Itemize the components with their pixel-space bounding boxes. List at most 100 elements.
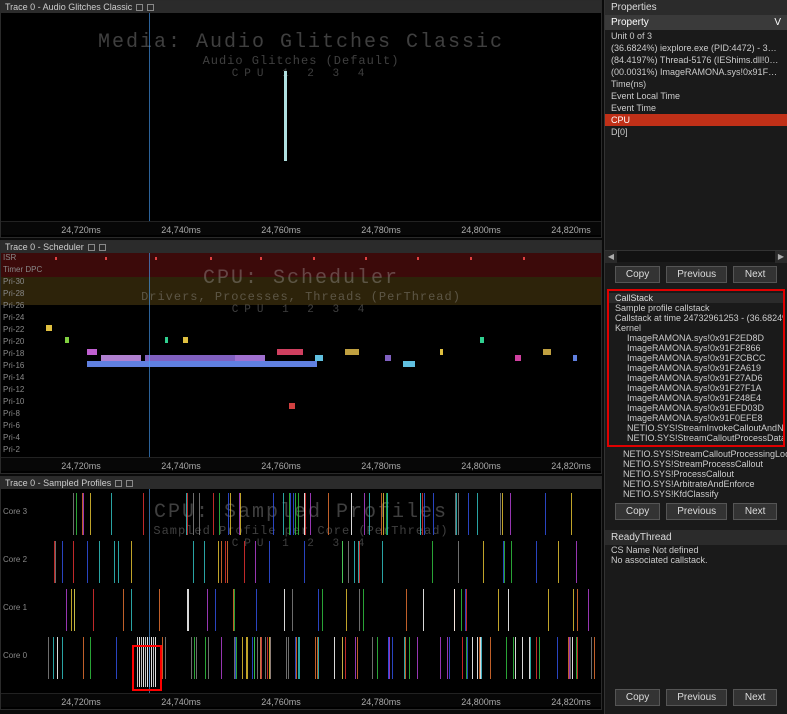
panel-audio-glitches: Trace 0 - Audio Glitches Classic Media: … bbox=[0, 0, 602, 238]
stack-frame[interactable]: ImageRAMONA.sys!0x91F248E4 bbox=[609, 393, 783, 403]
ylabel: Core 3 bbox=[3, 507, 27, 516]
property-row[interactable]: Time(ns) bbox=[605, 78, 787, 90]
col-property: Property bbox=[611, 17, 649, 28]
time-cursor[interactable] bbox=[149, 13, 150, 221]
stack-frame[interactable]: ImageRAMONA.sys!0x91F2ED8D bbox=[609, 333, 783, 343]
previous-button[interactable]: Previous bbox=[666, 266, 727, 283]
callstack-at: Callstack at time 24732961253 - (36.6824… bbox=[609, 313, 783, 323]
button-row-3: Copy Previous Next bbox=[605, 685, 787, 710]
ylabel: Timer DPC bbox=[3, 265, 42, 274]
ylabel: Pri-20 bbox=[3, 337, 24, 346]
panel-header[interactable]: Trace 0 - Sampled Profiles bbox=[1, 477, 601, 489]
button-row-1: Copy Previous Next bbox=[605, 262, 787, 287]
panel-header[interactable]: Trace 0 - Scheduler bbox=[1, 241, 601, 253]
properties-title: Properties bbox=[605, 0, 787, 15]
properties-col-header[interactable]: Property V bbox=[605, 15, 787, 30]
stack-frame[interactable]: NETIO.SYS!StreamCalloutProcessData bbox=[609, 433, 783, 443]
stack-frame[interactable]: NETIO.SYS!StreamInvokeCalloutAndNormaliz… bbox=[609, 423, 783, 433]
panel-icon-1[interactable] bbox=[88, 244, 95, 251]
tick: 24,800ms bbox=[461, 461, 501, 471]
plot-area-scheduler[interactable]: CPU: Scheduler Drivers, Processes, Threa… bbox=[1, 253, 601, 471]
ylabel: Pri-28 bbox=[3, 289, 24, 298]
property-row[interactable]: (36.6824%) iexplore.exe (PID:4472) - 352… bbox=[605, 42, 787, 54]
stack-frame[interactable]: ImageRAMONA.sys!0x91EFD03D bbox=[609, 403, 783, 413]
ylabel: Pri-10 bbox=[3, 397, 24, 406]
panel-icon-2[interactable] bbox=[126, 480, 133, 487]
panel-icon-2[interactable] bbox=[99, 244, 106, 251]
panel-icon-1[interactable] bbox=[115, 480, 122, 487]
tick: 24,800ms bbox=[461, 697, 501, 707]
property-row[interactable]: D[0] bbox=[605, 126, 787, 138]
property-row[interactable]: Unit 0 of 3 bbox=[605, 30, 787, 42]
readythread-title: ReadyThread bbox=[605, 530, 787, 545]
callstack-title: CallStack bbox=[609, 293, 783, 303]
stack-frame[interactable]: ImageRAMONA.sys!0x91F2A619 bbox=[609, 363, 783, 373]
button-row-2: Copy Previous Next bbox=[605, 499, 787, 524]
panel-icon-1[interactable] bbox=[136, 4, 143, 11]
ylabel: Pri-22 bbox=[3, 325, 24, 334]
col-value: V bbox=[774, 17, 781, 28]
ylabel: Pri-6 bbox=[3, 421, 20, 430]
readythread-l1: CS Name Not defined bbox=[605, 545, 787, 555]
stack-frame[interactable]: NETIO.SYS!StreamCalloutProcessingLoop bbox=[605, 449, 787, 459]
next-button[interactable]: Next bbox=[733, 266, 777, 283]
callstack-sub: Sample profile callstack bbox=[609, 303, 783, 313]
stack-frame[interactable]: ImageRAMONA.sys!0x91F27AD6 bbox=[609, 373, 783, 383]
property-row[interactable]: (84.4197%) Thread-5176 (IEShims.dll!0x72… bbox=[605, 54, 787, 66]
ylabel: Pri-2 bbox=[3, 445, 20, 454]
tick: 24,740ms bbox=[161, 225, 201, 235]
tick: 24,760ms bbox=[261, 697, 301, 707]
stack-frame[interactable]: ImageRAMONA.sys!0x91F2F866 bbox=[609, 343, 783, 353]
stack-frame[interactable]: NETIO.SYS!ProcessCallout bbox=[605, 469, 787, 479]
ylabel: Pri-24 bbox=[3, 313, 24, 322]
ylabel: Pri-26 bbox=[3, 301, 24, 310]
tick: 24,720ms bbox=[61, 225, 101, 235]
copy-button[interactable]: Copy bbox=[615, 503, 660, 520]
tick: 24,780ms bbox=[361, 225, 401, 235]
ylabel: Pri-8 bbox=[3, 409, 20, 418]
panel-icon-2[interactable] bbox=[147, 4, 154, 11]
next-button[interactable]: Next bbox=[733, 689, 777, 706]
stack-frame[interactable]: ImageRAMONA.sys!0x91F2CBCC bbox=[609, 353, 783, 363]
tick: 24,820ms bbox=[551, 461, 591, 471]
ylabel: Pri-12 bbox=[3, 385, 24, 394]
previous-button[interactable]: Previous bbox=[666, 503, 727, 520]
time-cursor[interactable] bbox=[149, 489, 150, 693]
tick: 24,720ms bbox=[61, 461, 101, 471]
tick: 24,820ms bbox=[551, 697, 591, 707]
scroll-right-icon[interactable]: ▶ bbox=[775, 251, 787, 263]
plot-area-audio[interactable]: Media: Audio Glitches Classic Audio Glit… bbox=[1, 13, 601, 235]
tick: 24,720ms bbox=[61, 697, 101, 707]
glitch-marker bbox=[284, 71, 287, 161]
property-row[interactable]: Event Time bbox=[605, 102, 787, 114]
property-row[interactable]: Event Local Time bbox=[605, 90, 787, 102]
plot-area-sampled[interactable]: CPU: Sampled Profiles Sampled Profile pe… bbox=[1, 489, 601, 707]
ylabel: Pri-14 bbox=[3, 373, 24, 382]
previous-button[interactable]: Previous bbox=[666, 689, 727, 706]
copy-button[interactable]: Copy bbox=[615, 689, 660, 706]
panel-header[interactable]: Trace 0 - Audio Glitches Classic bbox=[1, 1, 601, 13]
panel-scheduler: Trace 0 - Scheduler CPU: Scheduler Drive… bbox=[0, 240, 602, 474]
property-row[interactable]: CPU bbox=[605, 114, 787, 126]
tick: 24,760ms bbox=[261, 225, 301, 235]
scroll-left-icon[interactable]: ◀ bbox=[605, 251, 617, 263]
stack-frame[interactable]: NETIO.SYS!StreamProcessCallout bbox=[605, 459, 787, 469]
stack-frame[interactable]: NETIO.SYS!KfdClassify bbox=[605, 489, 787, 499]
next-button[interactable]: Next bbox=[733, 503, 777, 520]
stack-frame[interactable]: NETIO.SYS!ArbitrateAndEnforce bbox=[605, 479, 787, 489]
time-cursor[interactable] bbox=[149, 253, 150, 457]
ylabel: ISR bbox=[3, 253, 16, 262]
tick: 24,780ms bbox=[361, 461, 401, 471]
callstack-kernel: Kernel bbox=[609, 323, 783, 333]
stack-frame[interactable]: ImageRAMONA.sys!0x91F0EFE8 bbox=[609, 413, 783, 423]
copy-button[interactable]: Copy bbox=[615, 266, 660, 283]
h-scrollbar[interactable]: ◀ ▶ bbox=[605, 250, 787, 262]
stack-frame[interactable]: ImageRAMONA.sys!0x91F27F1A bbox=[609, 383, 783, 393]
time-axis: 24,720ms 24,740ms 24,760ms 24,780ms 24,8… bbox=[1, 457, 601, 471]
property-row[interactable]: (00.0031%) ImageRAMONA.sys!0x91F2ED8D bbox=[605, 66, 787, 78]
callstack-panel: CallStack Sample profile callstack Calls… bbox=[607, 289, 785, 447]
tick: 24,760ms bbox=[261, 461, 301, 471]
ylabel: Core 0 bbox=[3, 651, 27, 660]
readythread-l2: No associated callstack. bbox=[605, 555, 787, 565]
tick: 24,780ms bbox=[361, 697, 401, 707]
